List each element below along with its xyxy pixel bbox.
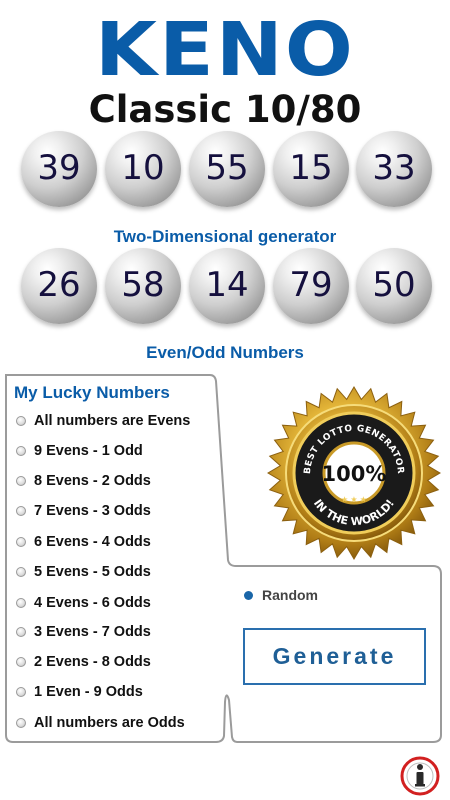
radio-button-icon[interactable] [16,446,26,456]
info-icon[interactable] [400,756,440,796]
radio-button-icon[interactable] [16,416,26,426]
option-label: 8 Evens - 2 Odds [34,473,151,489]
radio-button-icon[interactable] [16,687,26,697]
radio-selected-icon[interactable] [244,590,253,600]
random-label: Random [262,587,318,603]
radio-button-icon[interactable] [16,718,26,728]
radio-button-icon[interactable] [16,506,26,516]
option-all-odds[interactable]: All numbers are Odds [16,712,185,734]
option-label: 2 Evens - 8 Odds [34,654,151,670]
radio-button-icon[interactable] [16,657,26,667]
radio-button-icon[interactable] [16,598,26,608]
option-label: 9 Evens - 1 Odd [34,443,143,459]
option-7-evens-3-odds[interactable]: 7 Evens - 3 Odds [16,500,151,522]
option-5-evens-5-odds[interactable]: 5 Evens - 5 Odds [16,561,151,583]
option-4-evens-6-odds[interactable]: 4 Evens - 6 Odds [16,592,151,614]
random-option[interactable]: Random [244,585,318,605]
radio-button-icon[interactable] [16,537,26,547]
seal-center-text: 100% [322,462,387,486]
option-1-even-9-odds[interactable]: 1 Even - 9 Odds [16,681,143,703]
option-6-evens-4-odds[interactable]: 6 Evens - 4 Odds [16,531,151,553]
option-label: 3 Evens - 7 Odds [34,624,151,640]
option-3-evens-7-odds[interactable]: 3 Evens - 7 Odds [16,621,151,643]
radio-button-icon[interactable] [16,567,26,577]
radio-button-icon[interactable] [16,627,26,637]
option-label: 5 Evens - 5 Odds [34,564,151,580]
option-label: 1 Even - 9 Odds [34,684,143,700]
generate-button[interactable]: Generate [243,628,426,685]
option-label: 7 Evens - 3 Odds [34,503,151,519]
option-label: All numbers are Evens [34,413,191,429]
option-label: All numbers are Odds [34,715,185,731]
option-all-evens[interactable]: All numbers are Evens [16,410,190,432]
option-8-evens-2-odds[interactable]: 8 Evens - 2 Odds [16,470,151,492]
option-9-evens-1-odd[interactable]: 9 Evens - 1 Odd [16,440,143,462]
option-label: 4 Evens - 6 Odds [34,595,151,611]
seal-stars: ★ ★ ★ [341,495,367,504]
best-generator-seal: BEST LOTTO GENERATOR IN THE WORLD! 100% … [267,386,441,560]
my-lucky-numbers-heading: My Lucky Numbers [14,383,170,402]
radio-button-icon[interactable] [16,476,26,486]
option-2-evens-8-odds[interactable]: 2 Evens - 8 Odds [16,651,151,673]
option-label: 6 Evens - 4 Odds [34,534,151,550]
